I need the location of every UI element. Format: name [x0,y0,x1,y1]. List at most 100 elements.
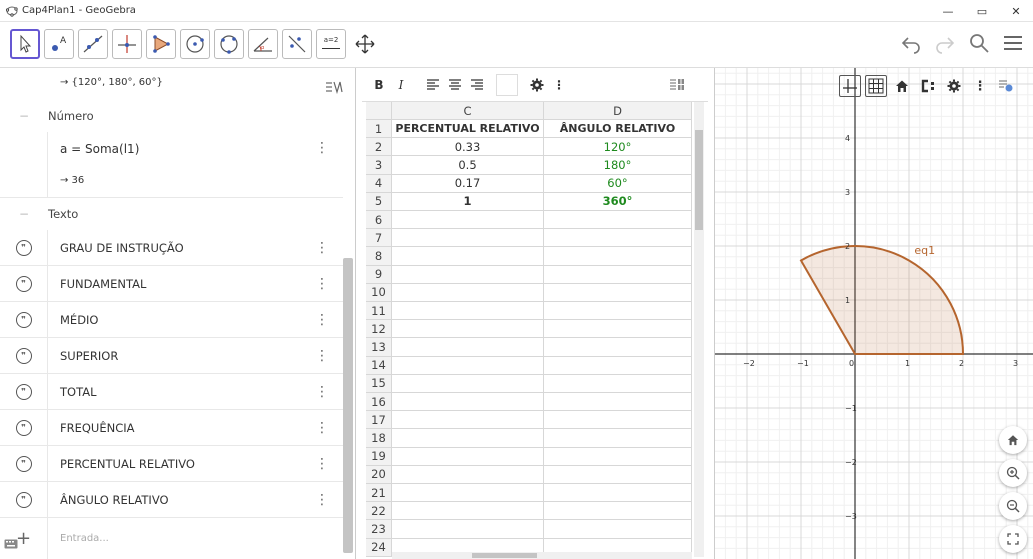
graphics-view[interactable]: −2 −1 0 1 2 3 4 3 2 1 −1 −2 −3 eq1 ⋮ [714,68,1033,559]
spreadsheet-style-toggle[interactable] [668,75,686,95]
section-texto[interactable]: − Texto [0,198,343,230]
text-item[interactable]: ❞ ÂNGULO RELATIVO ⋮ [0,482,343,518]
input-row[interactable]: + Entrada... [0,518,343,559]
reflect-tool[interactable] [282,29,312,59]
align-left-button[interactable] [424,75,442,95]
cell-d3[interactable]: 180° [544,156,692,175]
cell-c2[interactable]: 0.33 [392,138,544,157]
cell-c17[interactable] [392,411,544,430]
cell-d10[interactable] [544,283,692,302]
row-header[interactable]: 17 [366,411,392,430]
row-header[interactable]: 24 [366,538,392,557]
bold-button[interactable]: B [370,75,388,95]
row-header[interactable]: 21 [366,484,392,503]
cell-c6[interactable] [392,211,544,230]
row-header[interactable]: 6 [366,211,392,230]
row-header[interactable]: 9 [366,265,392,284]
cell-d5[interactable]: 360° [544,192,692,211]
row-header[interactable]: 12 [366,320,392,339]
move-graphics-tool[interactable] [350,29,380,59]
cell-d13[interactable] [544,338,692,357]
item-menu-icon[interactable]: ⋮ [315,302,329,337]
cell-d20[interactable] [544,465,692,484]
cell-c1[interactable]: PERCENTUAL RELATIVO [392,120,544,139]
standard-view-side-button[interactable] [999,426,1027,454]
row-header[interactable]: 7 [366,229,392,248]
text-item[interactable]: ❞ FREQUÊNCIA ⋮ [0,410,343,446]
algebra-input[interactable]: Entrada... [60,518,109,559]
row-header[interactable]: 11 [366,302,392,321]
close-button[interactable]: ✕ [999,0,1033,22]
algebra-description-toggle[interactable] [325,80,343,97]
item-menu-icon[interactable]: ⋮ [315,132,329,163]
cell-c8[interactable] [392,247,544,266]
cell-c11[interactable] [392,302,544,321]
text-item[interactable]: ❞ MÉDIO ⋮ [0,302,343,338]
spreadsheet-settings-button[interactable] [528,75,546,95]
cell-d15[interactable] [544,374,692,393]
redo-button[interactable] [933,30,957,56]
row-header[interactable]: 18 [366,429,392,448]
item-menu-icon[interactable]: ⋮ [315,482,329,517]
row-header[interactable]: 3 [366,156,392,175]
row-header[interactable]: 2 [366,138,392,157]
undo-button[interactable] [899,30,923,56]
section-numero[interactable]: − Número [0,100,343,132]
text-item[interactable]: ❞ FUNDAMENTAL ⋮ [0,266,343,302]
angle-tool[interactable]: α [248,29,278,59]
polygon-tool[interactable] [146,29,176,59]
circle-three-points-tool[interactable] [214,29,244,59]
row-header[interactable]: 5 [366,192,392,211]
item-menu-icon[interactable]: ⋮ [315,230,329,265]
text-item[interactable]: ❞ TOTAL ⋮ [0,374,343,410]
cell-c23[interactable] [392,520,544,539]
text-item[interactable]: ❞ GRAU DE INSTRUÇÃO ⋮ [0,230,343,266]
spreadsheet-horizontal-scrollbar[interactable] [392,552,692,559]
cell-d7[interactable] [544,229,692,248]
row-header[interactable]: 23 [366,520,392,539]
slider-tool[interactable]: a=2 [316,29,346,59]
graphics-more-button[interactable]: ⋮ [969,75,991,97]
cell-c10[interactable] [392,283,544,302]
point-tool[interactable]: A [44,29,74,59]
cell-c3[interactable]: 0.5 [392,156,544,175]
text-item[interactable]: ❞ PERCENTUAL RELATIVO ⋮ [0,446,343,482]
cell-c21[interactable] [392,484,544,503]
cell-c4[interactable]: 0.17 [392,174,544,193]
cell-c5[interactable]: 1 [392,192,544,211]
cell-d21[interactable] [544,484,692,503]
collapse-icon[interactable]: − [0,109,48,123]
row-header[interactable]: 22 [366,502,392,521]
fullscreen-button[interactable] [999,525,1027,553]
add-icon[interactable]: + [16,528,31,549]
item-menu-icon[interactable]: ⋮ [315,266,329,301]
keyboard-icon[interactable] [4,538,18,550]
cell-c9[interactable] [392,265,544,284]
grid-toggle-button[interactable] [865,75,887,97]
perpendicular-tool[interactable] [112,29,142,59]
column-header-c[interactable]: C [392,102,544,120]
row-header[interactable]: 8 [366,247,392,266]
collapse-icon[interactable]: − [0,207,48,221]
standard-view-button[interactable] [891,75,913,97]
point-capture-button[interactable] [917,75,939,97]
row-header[interactable]: 20 [366,465,392,484]
spreadsheet-vertical-scrollbar[interactable] [694,102,704,557]
graphics-style-toggle[interactable] [995,75,1017,97]
row-header[interactable]: 13 [366,338,392,357]
item-menu-icon[interactable]: ⋮ [315,338,329,373]
cell-d11[interactable] [544,302,692,321]
number-item-a[interactable]: a = Soma(l1) → 36 ⋮ [0,132,343,198]
column-header-d[interactable]: D [544,102,692,120]
cell-d12[interactable] [544,320,692,339]
align-center-button[interactable] [446,75,464,95]
cell-d23[interactable] [544,520,692,539]
line-tool[interactable] [78,29,108,59]
item-menu-icon[interactable]: ⋮ [315,374,329,409]
cell-d2[interactable]: 120° [544,138,692,157]
background-color-button[interactable] [496,74,518,96]
row-header[interactable]: 15 [366,374,392,393]
cell-d8[interactable] [544,247,692,266]
item-menu-icon[interactable]: ⋮ [315,410,329,445]
cell-c20[interactable] [392,465,544,484]
